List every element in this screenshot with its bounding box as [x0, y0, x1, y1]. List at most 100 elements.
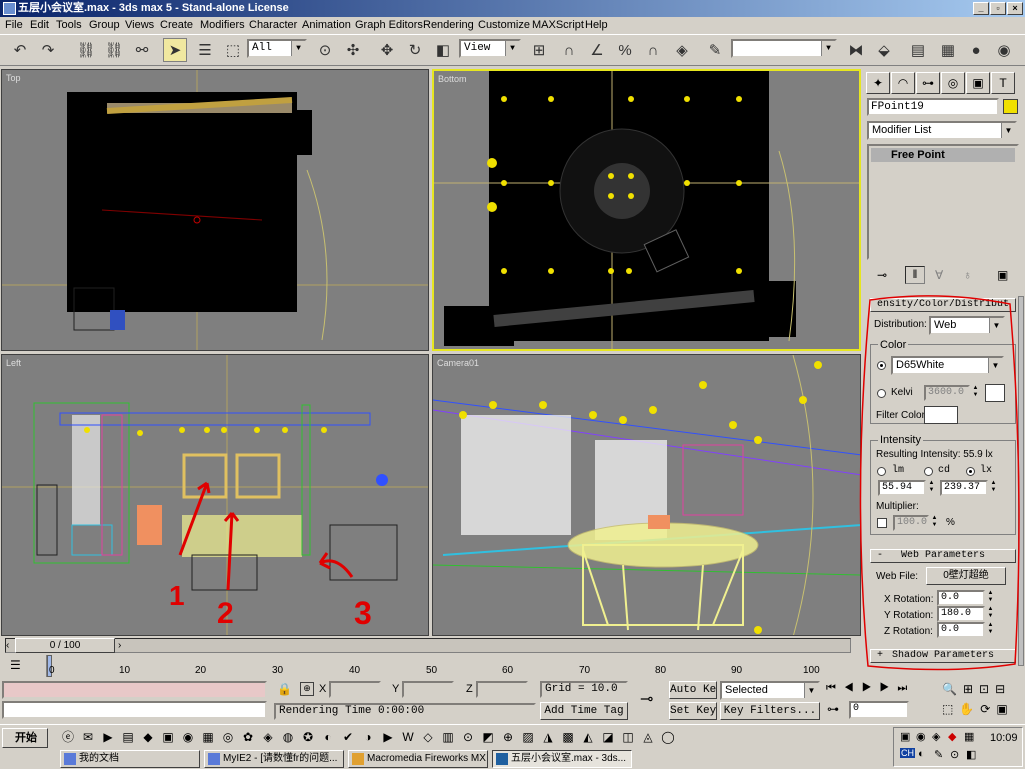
- task-myie2[interactable]: MyIE2 - [请数懂fr的问题...: [204, 750, 344, 768]
- redo-icon[interactable]: ↷: [36, 38, 60, 62]
- go-to-start-icon[interactable]: ⏮: [826, 682, 844, 694]
- maxscript-listener-white[interactable]: [2, 701, 267, 719]
- quicklaunch-app15-icon[interactable]: ▥: [440, 729, 456, 745]
- track-view-icon[interactable]: ▤: [906, 38, 930, 62]
- hierarchy-tab-icon[interactable]: ⊶: [916, 72, 940, 94]
- named-selection-icon[interactable]: ✎: [703, 38, 727, 62]
- task-3dsmax[interactable]: 五层小会议室.max - 3ds...: [492, 750, 632, 768]
- move-icon[interactable]: ✥: [375, 38, 399, 62]
- snap-toggle-icon[interactable]: ∩: [557, 38, 581, 62]
- key-filters-button[interactable]: Key Filters...: [720, 702, 820, 720]
- rotate-icon[interactable]: ↻: [403, 38, 427, 62]
- menu-group[interactable]: Group: [89, 17, 120, 34]
- pivot-center-icon[interactable]: ⊞: [527, 38, 551, 62]
- render-scene-icon[interactable]: ◉: [992, 38, 1016, 62]
- quicklaunch-app20-icon[interactable]: ◮: [540, 729, 556, 745]
- minimize-button[interactable]: _: [973, 2, 989, 15]
- zoom-all-icon[interactable]: ⊞: [963, 682, 979, 696]
- add-time-tag-button[interactable]: Add Time Tag: [540, 702, 628, 720]
- quicklaunch-app6-icon[interactable]: ✿: [240, 729, 256, 745]
- maxscript-listener-pink[interactable]: [2, 681, 267, 699]
- quicklaunch-email-icon[interactable]: ✉: [80, 729, 96, 745]
- menu-maxscript[interactable]: MAXScript: [532, 17, 584, 34]
- material-editor-icon[interactable]: ●: [964, 38, 988, 62]
- maximize-button[interactable]: ▫: [990, 2, 1006, 15]
- menu-views[interactable]: Views: [125, 17, 154, 34]
- absolute-mode-icon[interactable]: ⊕: [300, 682, 314, 696]
- menu-edit[interactable]: Edit: [30, 17, 49, 34]
- quicklaunch-app14-icon[interactable]: ◇: [420, 729, 436, 745]
- set-key-icon[interactable]: ⊸: [640, 689, 653, 709]
- window-crossing-icon[interactable]: ⊙: [313, 38, 337, 62]
- select-and-manipulate-icon[interactable]: ✣: [341, 38, 365, 62]
- object-color-swatch[interactable]: [1003, 99, 1018, 114]
- select-by-name-icon[interactable]: ☰: [193, 38, 217, 62]
- play-icon[interactable]: ▶: [862, 682, 880, 694]
- pin-stack-icon[interactable]: ⊸: [877, 268, 887, 282]
- auto-key-button[interactable]: Auto Key: [669, 681, 717, 699]
- show-end-result-icon[interactable]: ‖: [905, 266, 925, 284]
- time-slider-thumb[interactable]: 0 / 100: [15, 638, 115, 653]
- tray-icon-9[interactable]: ◧: [966, 748, 976, 761]
- quicklaunch-app7-icon[interactable]: ◈: [260, 729, 276, 745]
- menu-rendering[interactable]: Rendering: [423, 17, 474, 34]
- tray-icon-3[interactable]: ◈: [932, 730, 940, 743]
- quicklaunch-app3-icon[interactable]: ◉: [180, 729, 196, 745]
- task-my-documents[interactable]: 我的文档: [60, 750, 200, 768]
- menu-graph-editors[interactable]: Graph Editors: [355, 17, 423, 34]
- menu-file[interactable]: File: [5, 17, 23, 34]
- slider-prev-icon[interactable]: ‹: [6, 640, 9, 651]
- quicklaunch-app11-icon[interactable]: ✔: [340, 729, 356, 745]
- utilities-tab-icon[interactable]: T: [991, 72, 1015, 94]
- edit-named-selections-icon[interactable]: ◈: [670, 38, 694, 62]
- viewport-left[interactable]: Left 1 2 3: [1, 354, 429, 636]
- remove-modifier-icon[interactable]: ♁: [963, 268, 972, 282]
- tray-icon-1[interactable]: ▣: [900, 730, 910, 743]
- y-coordinate-field[interactable]: [402, 681, 454, 698]
- z-coordinate-field[interactable]: [476, 681, 528, 698]
- menu-animation[interactable]: Animation: [302, 17, 351, 34]
- quicklaunch-app17-icon[interactable]: ◩: [480, 729, 496, 745]
- previous-frame-icon[interactable]: ◀: [844, 682, 862, 694]
- motion-tab-icon[interactable]: ◎: [941, 72, 965, 94]
- quicklaunch-app19-icon[interactable]: ▨: [520, 729, 536, 745]
- modify-tab-icon[interactable]: ◠: [891, 72, 915, 94]
- close-button[interactable]: ×: [1007, 2, 1023, 15]
- key-selection-dropdown[interactable]: Selected ▼: [720, 681, 820, 700]
- viewport-camera[interactable]: Camera01: [432, 354, 861, 636]
- quicklaunch-app5-icon[interactable]: ◎: [220, 729, 236, 745]
- quicklaunch-word-icon[interactable]: W: [400, 729, 416, 745]
- quicklaunch-app12-icon[interactable]: ◑: [360, 729, 376, 745]
- viewport-top[interactable]: Top: [1, 69, 429, 351]
- menu-customize[interactable]: Customize: [478, 17, 530, 34]
- start-button[interactable]: 开始: [2, 728, 48, 748]
- quicklaunch-app4-icon[interactable]: ▦: [200, 729, 216, 745]
- viewport-bottom[interactable]: Bottom: [432, 69, 861, 351]
- display-tab-icon[interactable]: ▣: [966, 72, 990, 94]
- named-selection-sets-dropdown[interactable]: ▼: [731, 39, 837, 58]
- lock-selection-icon[interactable]: 🔒: [277, 682, 292, 696]
- percent-snap-icon[interactable]: %: [613, 38, 637, 62]
- track-bar[interactable]: ☰ 0 10 20 30 40 50 60 70 80 90 100: [0, 655, 860, 679]
- region-zoom-icon[interactable]: ⬚: [942, 702, 959, 716]
- quicklaunch-app26-icon[interactable]: ◯: [660, 729, 676, 745]
- quicklaunch-media-icon[interactable]: ▶: [100, 729, 116, 745]
- tray-icon-7[interactable]: ✎: [934, 748, 943, 761]
- quicklaunch-app22-icon[interactable]: ◭: [580, 729, 596, 745]
- quicklaunch-app21-icon[interactable]: ▩: [560, 729, 576, 745]
- mirror-icon[interactable]: ⧓: [844, 38, 868, 62]
- reference-coordinate-dropdown[interactable]: View ▼: [459, 39, 521, 58]
- quicklaunch-app1-icon[interactable]: ◆: [140, 729, 156, 745]
- quicklaunch-app18-icon[interactable]: ⊕: [500, 729, 516, 745]
- quicklaunch-app8-icon[interactable]: ◍: [280, 729, 296, 745]
- undo-icon[interactable]: ↶: [8, 38, 32, 62]
- make-unique-icon[interactable]: ∀: [935, 268, 943, 282]
- quicklaunch-app25-icon[interactable]: ◬: [640, 729, 656, 745]
- menu-modifiers[interactable]: Modifiers: [200, 17, 245, 34]
- configure-modifier-sets-icon[interactable]: ▣: [997, 268, 1008, 282]
- pan-icon[interactable]: ✋: [959, 702, 980, 716]
- stack-item-free-point[interactable]: Free Point: [871, 148, 1015, 162]
- quicklaunch-app24-icon[interactable]: ◫: [620, 729, 636, 745]
- bind-space-warp-icon[interactable]: ⚯: [130, 38, 154, 62]
- tray-icon-8[interactable]: ⊙: [950, 748, 959, 761]
